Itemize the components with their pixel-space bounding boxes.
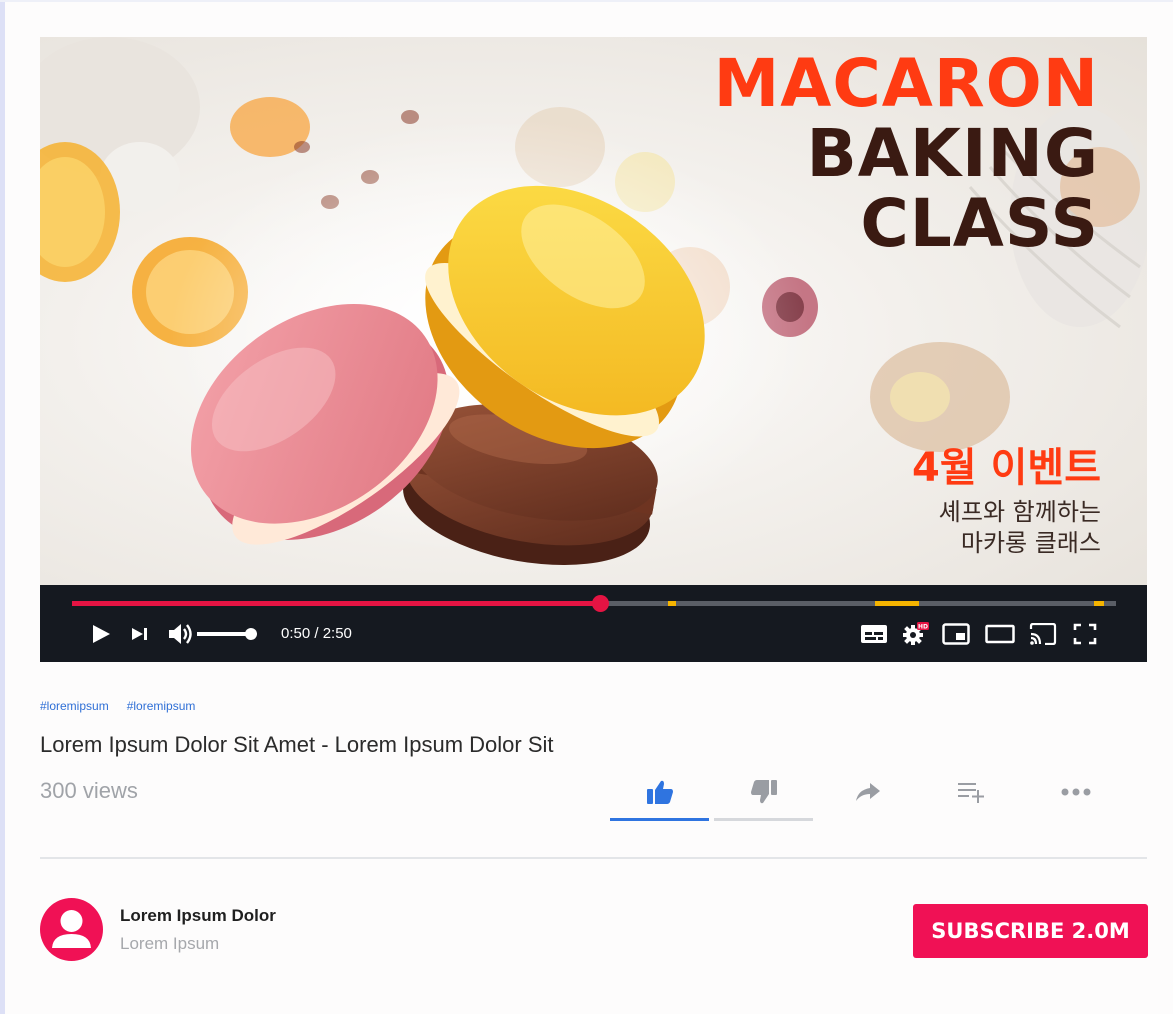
next-button[interactable]: [130, 623, 150, 645]
miniplayer-icon: [942, 623, 970, 645]
thumbnail-title-line-2: BAKING: [806, 115, 1099, 192]
chapter-marker: [875, 601, 919, 606]
section-divider: [40, 857, 1147, 859]
channel-subtitle: Lorem Ipsum: [120, 934, 220, 953]
page-top-edge: [0, 0, 1173, 2]
add-to-playlist-button[interactable]: [922, 772, 1022, 812]
settings-button[interactable]: HD: [902, 622, 930, 645]
progress-scrubber[interactable]: [592, 595, 609, 612]
dislike-sentiment-bar: [714, 818, 813, 821]
share-button[interactable]: [818, 772, 918, 812]
like-button[interactable]: [610, 772, 710, 812]
subtitles-button[interactable]: [861, 623, 887, 645]
fullscreen-icon: [1073, 623, 1097, 645]
thumbnail-title-line-3: CLASS: [860, 185, 1099, 262]
chapter-marker: [668, 601, 676, 606]
more-icon: [1061, 788, 1091, 796]
page-left-edge: [0, 0, 5, 1014]
more-options-button[interactable]: [1026, 772, 1126, 812]
subtitles-icon: [861, 625, 887, 643]
thumbnail-event-subtitle-2: 마카롱 클래스: [960, 529, 1101, 558]
progress-bar[interactable]: [72, 595, 1116, 612]
hashtag-link[interactable]: #loremipsum: [127, 699, 196, 713]
dislike-button[interactable]: [714, 772, 814, 812]
cast-button[interactable]: [1028, 623, 1058, 645]
fullscreen-button[interactable]: [1072, 623, 1098, 645]
channel-name[interactable]: Lorem Ipsum Dolor: [120, 906, 276, 926]
view-count: 300 views: [40, 778, 138, 803]
thumbnail-title-line-1: MACARON: [713, 45, 1099, 122]
hashtag-list: #loremipsum #loremipsum: [40, 699, 195, 713]
play-icon: [93, 625, 110, 643]
add-to-playlist-icon: [958, 783, 984, 803]
miniplayer-button[interactable]: [942, 623, 970, 645]
progress-played: [72, 601, 600, 606]
volume-button[interactable]: [168, 623, 194, 645]
cast-icon: [1029, 623, 1057, 645]
video-player[interactable]: MACARON BAKING CLASS 4월 이벤트 셰프와 함께하는 마카롱…: [40, 37, 1147, 662]
theater-mode-icon: [985, 624, 1015, 644]
chapter-marker: [1094, 601, 1104, 606]
channel-avatar[interactable]: [40, 898, 103, 961]
like-sentiment-bar: [610, 818, 709, 821]
thumbnail-event-subtitle-1: 셰프와 함께하는: [938, 498, 1101, 526]
share-icon: [856, 783, 880, 801]
volume-icon: [169, 624, 192, 644]
thumbs-down-icon: [751, 780, 777, 804]
play-button[interactable]: [90, 623, 112, 645]
thumbnail-event-headline: 4월 이벤트: [912, 445, 1101, 491]
thumbnail-title: MACARON BAKING CLASS: [714, 51, 1099, 257]
svg-text:HD: HD: [918, 624, 928, 631]
hashtag-link[interactable]: #loremipsum: [40, 699, 109, 713]
thumbs-up-icon: [647, 780, 673, 804]
user-icon: [52, 910, 91, 948]
volume-slider-track: [197, 628, 257, 640]
time-display: 0:50 / 2:50: [281, 625, 352, 642]
settings-hd-icon: HD: [903, 622, 929, 645]
subscribe-button[interactable]: SUBSCRIBE 2.0M: [913, 904, 1148, 958]
player-controls: 0:50 / 2:50 HD: [40, 585, 1147, 662]
next-icon: [132, 628, 147, 640]
thumbnail-event-text: 4월 이벤트 셰프와 함께하는 마카롱 클래스: [912, 445, 1101, 559]
volume-slider[interactable]: [197, 623, 259, 645]
video-title: Lorem Ipsum Dolor Sit Amet - Lorem Ipsum…: [40, 732, 554, 757]
video-thumbnail[interactable]: MACARON BAKING CLASS 4월 이벤트 셰프와 함께하는 마카롱…: [40, 37, 1147, 585]
theater-mode-button[interactable]: [984, 623, 1016, 645]
